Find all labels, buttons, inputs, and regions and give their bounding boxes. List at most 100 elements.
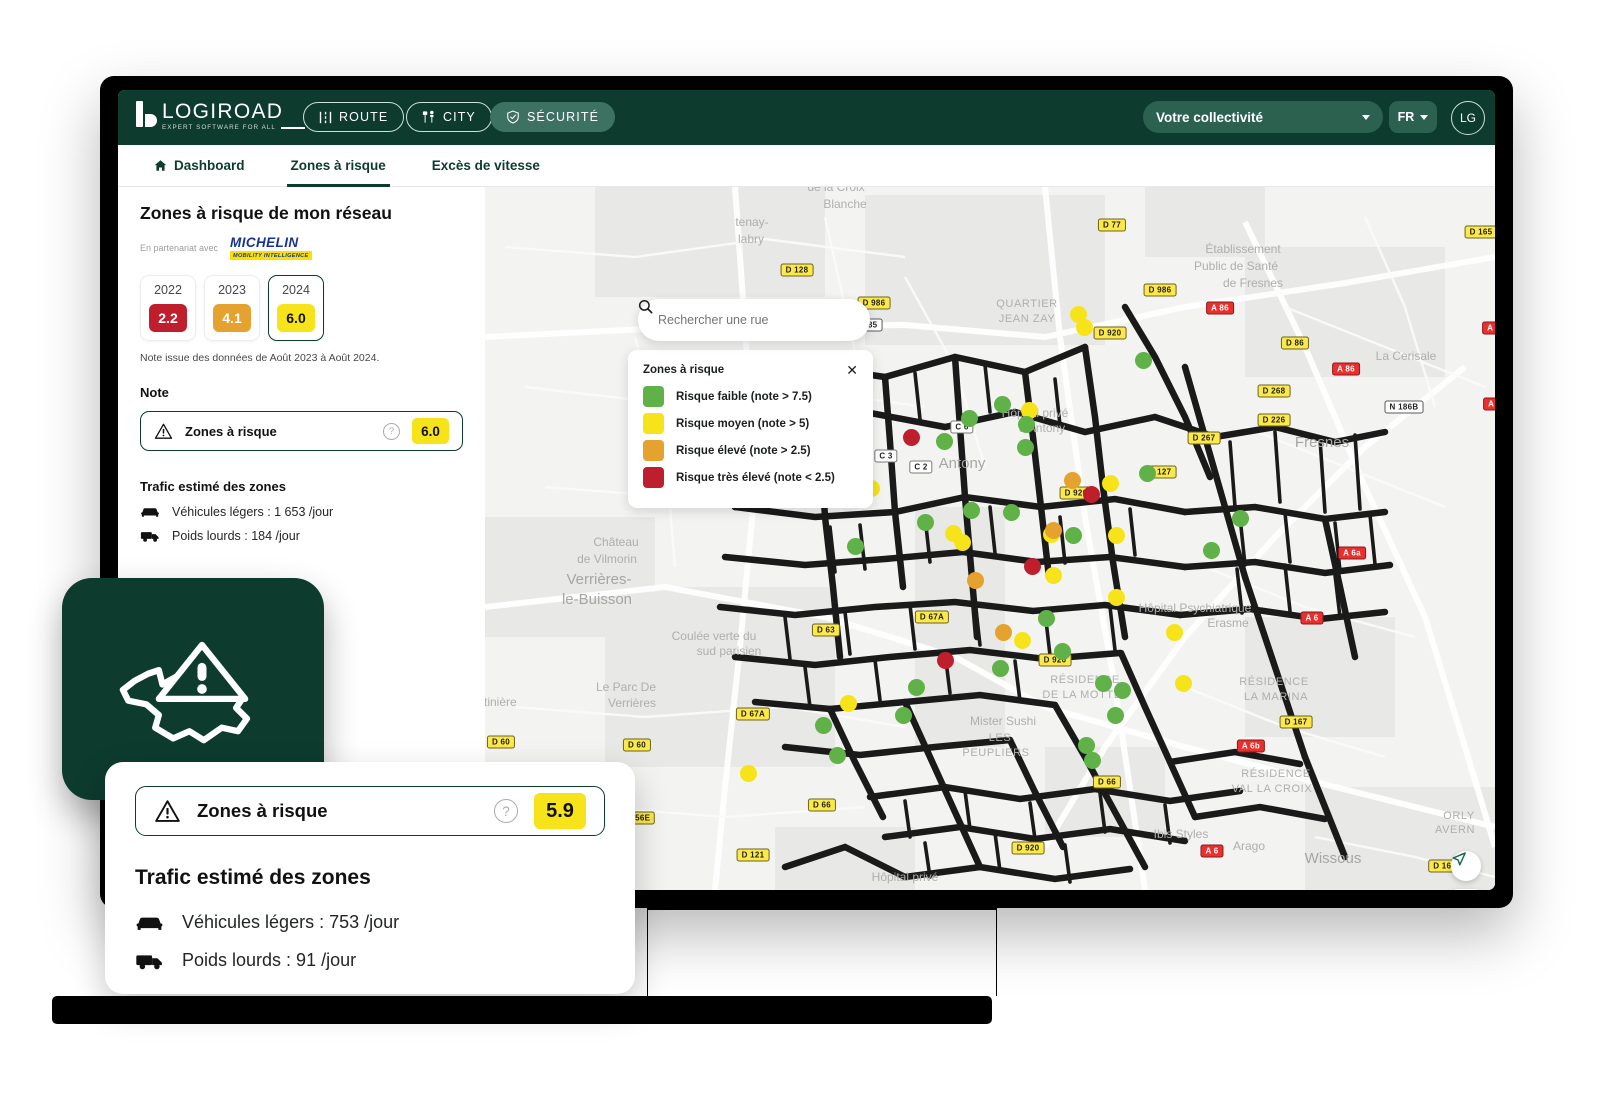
risk-marker-red[interactable] (937, 652, 954, 669)
year-card-2022[interactable]: 2022 2.2 (140, 275, 196, 341)
logo[interactable]: LOGIROAD EXPERT SOFTWARE FOR ALL (136, 101, 305, 131)
road-shield: D 63 (811, 623, 841, 637)
nav-pill-city[interactable]: CITY (406, 102, 492, 132)
map-place-label: Hôpital privé (871, 870, 939, 884)
risk-marker-yellow[interactable] (840, 695, 857, 712)
road-shield: D 86 (1280, 336, 1310, 350)
risk-marker-green[interactable] (815, 717, 832, 734)
risk-marker-green[interactable] (829, 747, 846, 764)
risk-marker-green[interactable] (908, 679, 925, 696)
risk-marker-green[interactable] (1017, 439, 1034, 456)
road-shield: D 121 (736, 848, 770, 862)
road-shield: D 268 (1257, 384, 1291, 398)
risk-marker-orange[interactable] (1045, 522, 1062, 539)
risk-marker-green[interactable] (994, 396, 1011, 413)
road-shield: A 86 (1332, 362, 1360, 376)
road-shield: D 66 (1092, 775, 1122, 789)
close-icon[interactable]: ✕ (846, 363, 858, 377)
risk-marker-green[interactable] (1038, 610, 1055, 627)
risk-marker-red[interactable] (903, 429, 920, 446)
map-place-label: de Fresnes (1222, 276, 1284, 290)
float-note-card[interactable]: Zones à risque ? 5.9 (135, 786, 605, 836)
year-card-2024[interactable]: 2024 6.0 (268, 275, 324, 341)
risk-marker-green[interactable] (1054, 643, 1071, 660)
legend-row[interactable]: Risque faible (note > 7.5) (643, 386, 858, 407)
road-shield: D 986 (1143, 283, 1177, 297)
risk-marker-red[interactable] (1024, 558, 1041, 575)
tab-exces-de-vitesse-label: Excès de vitesse (431, 158, 540, 173)
risk-marker-yellow[interactable] (1076, 319, 1093, 336)
risk-marker-green[interactable] (961, 410, 978, 427)
question-mark-icon[interactable]: ? (494, 799, 518, 823)
risk-marker-orange[interactable] (995, 624, 1012, 641)
map-place-label: le-Buisson (561, 591, 633, 608)
road-shield: A 6 (1300, 611, 1324, 625)
risk-marker-green[interactable] (1114, 682, 1131, 699)
map-place-label: Verrières (607, 696, 657, 710)
search-input[interactable] (656, 312, 852, 328)
map-place-label: La Cerisale (1375, 349, 1437, 363)
risk-marker-yellow[interactable] (1102, 475, 1119, 492)
year-card-2023[interactable]: 2023 4.1 (204, 275, 260, 341)
note-card[interactable]: Zones à risque ? 6.0 (140, 411, 463, 451)
risk-marker-green[interactable] (1232, 510, 1249, 527)
language-select[interactable]: FR (1389, 101, 1437, 133)
risk-marker-green[interactable] (895, 707, 912, 724)
nav-pill-route-label: ROUTE (339, 110, 389, 124)
page-title: Zones à risque de mon réseau (140, 203, 392, 223)
risk-marker-green[interactable] (936, 433, 953, 450)
map-place-label: de la Croix (807, 187, 865, 194)
map-place-label: Blanche (823, 197, 867, 211)
search-box[interactable] (638, 299, 870, 341)
risk-marker-yellow[interactable] (1108, 527, 1125, 544)
risk-marker-yellow[interactable] (1175, 675, 1192, 692)
risk-marker-yellow[interactable] (740, 765, 757, 782)
risk-marker-green[interactable] (847, 538, 864, 555)
floating-detail-card: Zones à risque ? 5.9 Trafic estimé des z… (105, 762, 635, 994)
map-place-label: PEUPLIERS (962, 747, 1030, 759)
risk-marker-yellow[interactable] (1108, 589, 1125, 606)
map-place-label: Le Parc De (595, 680, 657, 694)
collectivity-select[interactable]: Votre collectivité (1143, 101, 1383, 133)
legend-row[interactable]: Risque élevé (note > 2.5) (643, 440, 858, 461)
nav-pill-route[interactable]: ROUTE (303, 102, 405, 132)
map-place-label: RÉSIDENCE (1241, 768, 1311, 780)
question-mark-icon[interactable]: ? (383, 422, 400, 440)
risk-marker-yellow[interactable] (954, 534, 971, 551)
legend-row[interactable]: Risque très élevé (note < 2.5) (643, 467, 858, 488)
risk-marker-green[interactable] (917, 514, 934, 531)
michelin-name: MICHELIN (230, 235, 299, 250)
logiroad-logo-icon (136, 101, 157, 127)
avatar[interactable]: LG (1451, 101, 1485, 135)
road-shield: D 67A (735, 707, 771, 721)
risk-marker-red[interactable] (1083, 486, 1100, 503)
risk-marker-green[interactable] (1203, 542, 1220, 559)
risk-marker-green[interactable] (1107, 707, 1124, 724)
warning-triangle-icon (155, 799, 180, 822)
risk-marker-green[interactable] (963, 502, 980, 519)
map-place-label: RÉSIDENCE (1239, 676, 1309, 688)
tab-dashboard[interactable]: Dashboard (136, 145, 263, 187)
legend-row[interactable]: Risque moyen (note > 5) (643, 413, 858, 434)
tab-exces-de-vitesse[interactable]: Excès de vitesse (414, 145, 558, 187)
risk-marker-orange[interactable] (967, 572, 984, 589)
risk-marker-orange[interactable] (1064, 472, 1081, 489)
zoom-in-button[interactable]: + (1451, 889, 1481, 890)
map[interactable]: de la Croix Blanche tenay-labry Établisseme… (485, 187, 1495, 890)
risk-marker-yellow[interactable] (1014, 632, 1031, 649)
tab-zones-a-risque[interactable]: Zones à risque (273, 145, 404, 187)
risk-marker-green[interactable] (1135, 352, 1152, 369)
risk-marker-green[interactable] (1139, 465, 1156, 482)
nav-pill-securite[interactable]: SÉCURITÉ (490, 102, 616, 132)
zoom-controls: + − (1451, 889, 1481, 890)
risk-marker-green[interactable] (1065, 527, 1082, 544)
risk-marker-green[interactable] (1018, 416, 1035, 433)
locate-button[interactable] (1451, 851, 1481, 881)
risk-marker-yellow[interactable] (1045, 567, 1062, 584)
tab-dashboard-label: Dashboard (174, 158, 245, 173)
risk-marker-green[interactable] (1084, 752, 1101, 769)
risk-marker-green[interactable] (1003, 504, 1020, 521)
risk-marker-green[interactable] (1095, 675, 1112, 692)
risk-marker-yellow[interactable] (1166, 624, 1183, 641)
risk-marker-green[interactable] (992, 660, 1009, 677)
